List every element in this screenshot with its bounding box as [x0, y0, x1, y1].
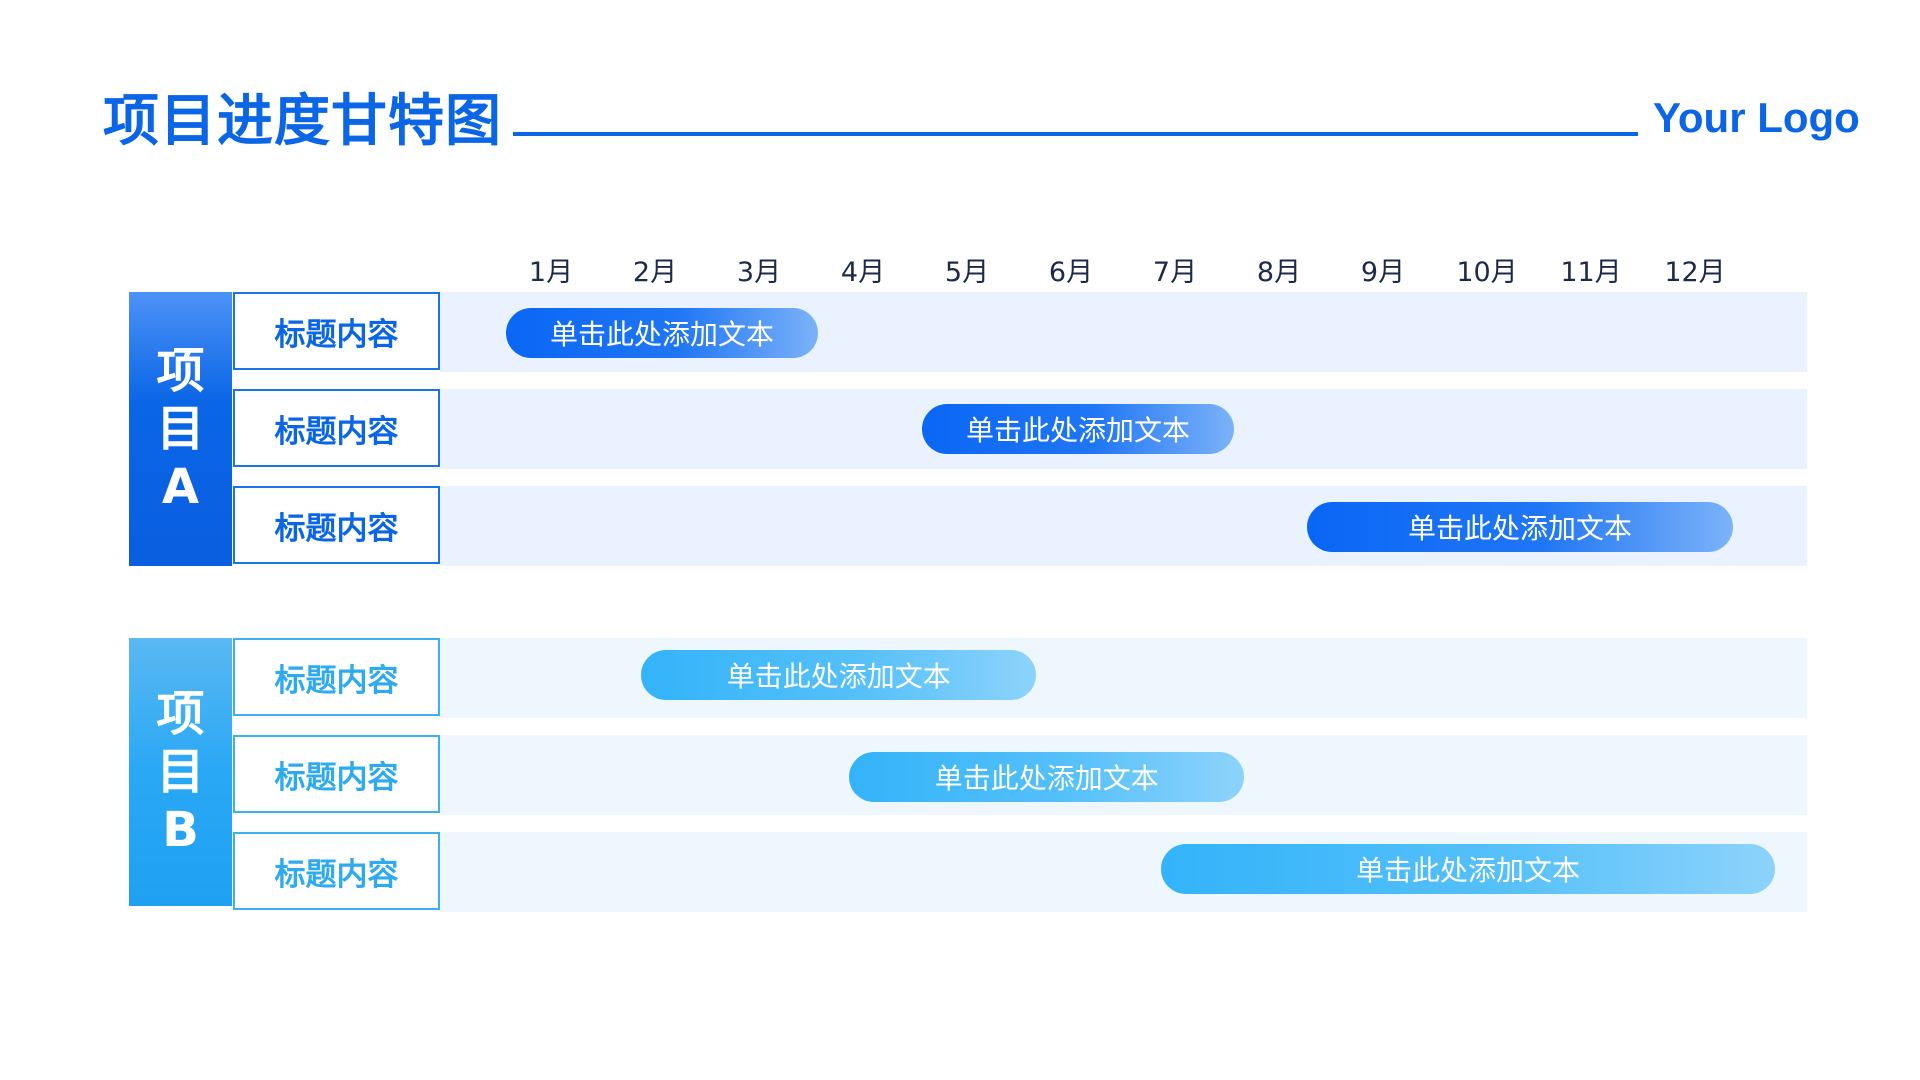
page-title: 项目进度甘特图: [103, 89, 502, 154]
month-label: 3月: [736, 257, 782, 288]
title-underline: [513, 132, 1638, 136]
group-label-char: 项: [156, 343, 205, 399]
group-label-char: 项: [156, 686, 205, 742]
gantt-bar[interactable]: 单击此处添加文本: [506, 308, 818, 358]
task-title-box[interactable]: 标题内容: [233, 638, 440, 716]
group-label-char: 目: [156, 744, 205, 800]
group-label-char: B: [162, 802, 199, 858]
gantt-bar[interactable]: 单击此处添加文本: [641, 650, 1037, 700]
task-title-box[interactable]: 标题内容: [233, 832, 440, 910]
month-label: 4月: [840, 257, 886, 288]
group-label-char: A: [161, 459, 200, 515]
month-label: 11月: [1560, 257, 1622, 288]
month-label: 9月: [1360, 257, 1406, 288]
gantt-bar[interactable]: 单击此处添加文本: [1161, 844, 1775, 894]
month-label: 2月: [632, 257, 678, 288]
logo-text: Your Logo: [1653, 94, 1860, 141]
month-label: 8月: [1256, 257, 1302, 288]
month-label: 6月: [1048, 257, 1094, 288]
group-label-a: 项 目 A: [129, 292, 232, 566]
task-title-box[interactable]: 标题内容: [233, 486, 440, 564]
gantt-bar[interactable]: 单击此处添加文本: [922, 404, 1234, 454]
task-title-box[interactable]: 标题内容: [233, 292, 440, 370]
task-title-box[interactable]: 标题内容: [233, 735, 440, 813]
group-label-char: 目: [156, 401, 205, 457]
task-title-box[interactable]: 标题内容: [233, 389, 440, 467]
month-label: 1月: [528, 257, 574, 288]
gantt-bar[interactable]: 单击此处添加文本: [849, 752, 1245, 802]
gantt-slide: 项目进度甘特图 Your Logo 1月 2月 3月 4月 5月 6月 7月 8…: [0, 0, 1920, 1080]
group-label-b: 项 目 B: [129, 638, 232, 906]
gantt-bar[interactable]: 单击此处添加文本: [1306, 502, 1734, 552]
month-label: 12月: [1664, 257, 1726, 288]
month-label: 10月: [1456, 257, 1518, 288]
month-label: 5月: [944, 257, 990, 288]
month-label: 7月: [1152, 257, 1198, 288]
